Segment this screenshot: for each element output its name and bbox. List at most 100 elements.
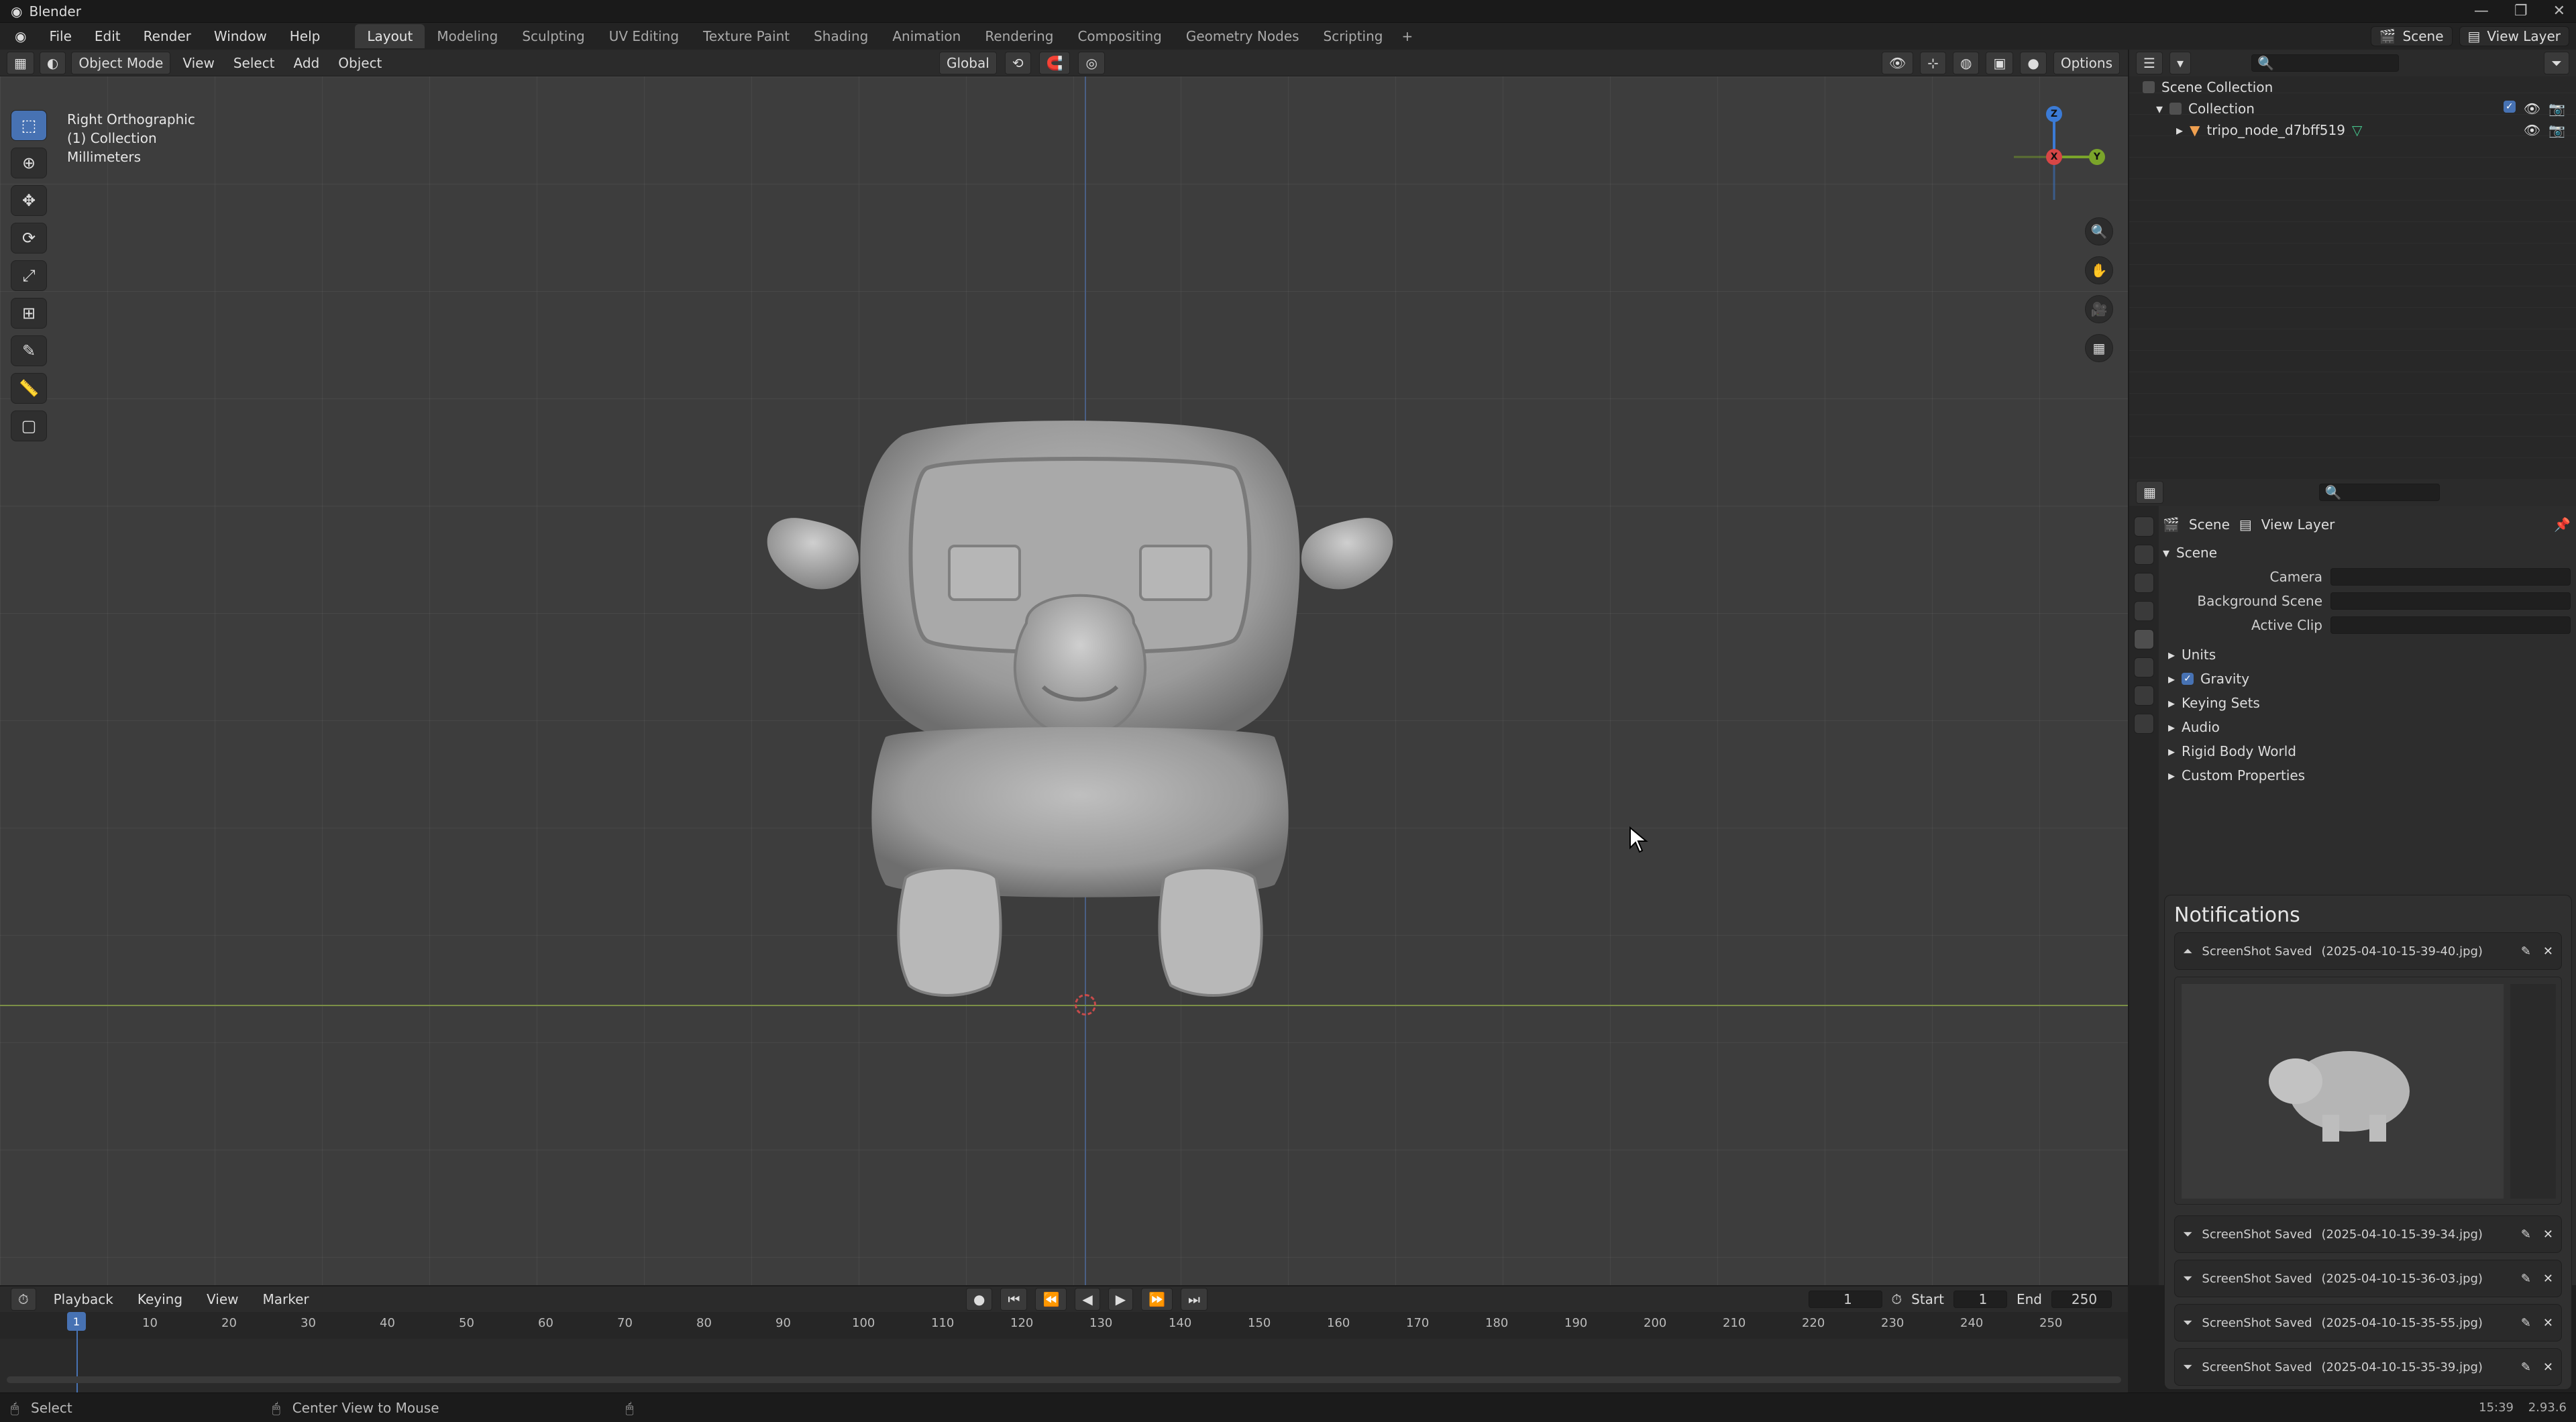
audio-section[interactable]: ▸ Audio bbox=[2163, 715, 2571, 739]
object-camera-icon[interactable]: 📷 bbox=[2548, 122, 2565, 138]
outliner-search-input[interactable]: 🔍 bbox=[2251, 54, 2399, 72]
collapse-toggle-icon[interactable]: ⏷ bbox=[2183, 1316, 2192, 1330]
pan-hand-icon[interactable]: ✋ bbox=[2085, 256, 2113, 284]
custom-properties-section[interactable]: ▸ Custom Properties bbox=[2163, 763, 2571, 787]
units-section[interactable]: ▸ Units bbox=[2163, 643, 2571, 667]
3d-viewport[interactable]: ⬚ ⊕ ✥ ⟳ ⤢ ⊞ ✎ 📏 ▢ Right Orthographic (1)… bbox=[0, 76, 2128, 1285]
start-frame-field[interactable]: 1 bbox=[1953, 1291, 2007, 1308]
edit-pencil-icon[interactable]: ✎ bbox=[2521, 1227, 2531, 1242]
tab-rendering[interactable]: Rendering bbox=[973, 24, 1065, 48]
dismiss-x-icon[interactable]: ✕ bbox=[2543, 1316, 2553, 1330]
viewport-menu-select[interactable]: Select bbox=[227, 52, 282, 74]
viewport-menu-object[interactable]: Object bbox=[331, 52, 388, 74]
timeline[interactable]: 1 10 20 30 40 50 60 70 80 90 100 110 120… bbox=[0, 1312, 2128, 1392]
camera-render-icon[interactable]: 📷 bbox=[2548, 101, 2565, 117]
notification-item[interactable]: ⏶ ScreenShot Saved (2025-04-10-15-39-40.… bbox=[2174, 932, 2562, 970]
collapse-toggle-icon[interactable]: ⏶ bbox=[2183, 944, 2192, 959]
current-frame-indicator[interactable]: 1 bbox=[67, 1312, 86, 1331]
add-workspace-button[interactable]: + bbox=[1395, 24, 1419, 48]
outliner-scene-collection[interactable]: Scene Collection bbox=[2129, 76, 2576, 98]
tab-layout[interactable]: Layout bbox=[355, 24, 425, 48]
maximize-button[interactable]: ❐ bbox=[2514, 3, 2528, 19]
notification-item[interactable]: ⏷ ScreenShot Saved (2025-04-10-15-35-55.… bbox=[2174, 1304, 2562, 1342]
grid-icon[interactable]: ▦ bbox=[2085, 334, 2113, 362]
edit-pencil-icon[interactable]: ✎ bbox=[2521, 1272, 2531, 1286]
render-tab-icon[interactable] bbox=[2134, 545, 2154, 565]
scale-tool[interactable]: ⤢ bbox=[11, 260, 47, 291]
gravity-checkbox[interactable]: ✓ bbox=[2182, 673, 2194, 685]
outliner-editor-type-button[interactable]: ☰ bbox=[2136, 52, 2163, 74]
texture-tab-icon[interactable] bbox=[2134, 714, 2154, 734]
collapse-toggle-icon[interactable]: ⏷ bbox=[2183, 1227, 2192, 1242]
edit-pencil-icon[interactable]: ✎ bbox=[2521, 1360, 2531, 1374]
add-cube-tool[interactable]: ▢ bbox=[11, 411, 47, 441]
properties-search-input[interactable]: 🔍 bbox=[2318, 484, 2440, 501]
pivot-dropdown[interactable]: ⟲ bbox=[1004, 51, 1031, 74]
menu-render[interactable]: Render bbox=[137, 25, 198, 47]
blender-menu-icon[interactable]: ◉ bbox=[8, 25, 33, 47]
camera-icon[interactable]: 🎥 bbox=[2085, 295, 2113, 323]
timeline-ruler[interactable]: 1 10 20 30 40 50 60 70 80 90 100 110 120… bbox=[0, 1312, 2128, 1339]
proportional-edit-toggle[interactable]: ◎ bbox=[1078, 51, 1105, 74]
gizmos-toggle[interactable]: ⊹ bbox=[1920, 51, 1947, 74]
outliner-filter-button[interactable]: ⏷ bbox=[2544, 52, 2569, 74]
menu-help[interactable]: Help bbox=[283, 25, 327, 47]
current-frame-field[interactable]: 1 bbox=[1808, 1291, 1882, 1308]
active-clip-field[interactable] bbox=[2330, 616, 2571, 634]
menu-window[interactable]: Window bbox=[207, 25, 274, 47]
gizmo-y-axis[interactable]: Y bbox=[2089, 149, 2105, 165]
annotate-tool[interactable]: ✎ bbox=[11, 335, 47, 366]
collapse-toggle-icon[interactable]: ⏷ bbox=[2183, 1272, 2192, 1286]
collection-tab-icon[interactable] bbox=[2134, 686, 2154, 706]
transform-tool[interactable]: ⊞ bbox=[11, 298, 47, 329]
xray-toggle[interactable]: ▣ bbox=[1986, 51, 2014, 74]
tab-texture-paint[interactable]: Texture Paint bbox=[691, 24, 802, 48]
tab-geometry-nodes[interactable]: Geometry Nodes bbox=[1174, 24, 1311, 48]
jump-end-button[interactable]: ⏭ bbox=[1181, 1288, 1208, 1311]
dismiss-x-icon[interactable]: ✕ bbox=[2543, 1272, 2553, 1286]
collapse-arrow-icon[interactable]: ▾ bbox=[2156, 101, 2163, 117]
navigation-gizmo[interactable]: Z Y X bbox=[2000, 103, 2108, 211]
object-mode-dropdown[interactable]: Object Mode bbox=[71, 51, 171, 74]
menu-file[interactable]: File bbox=[42, 25, 78, 47]
keying-sets-section[interactable]: ▸ Keying Sets bbox=[2163, 691, 2571, 715]
rotate-tool[interactable]: ⟳ bbox=[11, 223, 47, 254]
pin-icon[interactable]: 📌 bbox=[2554, 516, 2571, 533]
dismiss-x-icon[interactable]: ✕ bbox=[2543, 1360, 2553, 1374]
outliner-display-mode-button[interactable]: ▾ bbox=[2169, 52, 2191, 74]
collapse-toggle-icon[interactable]: ⏷ bbox=[2183, 1360, 2192, 1374]
select-mode-button[interactable]: ◐ bbox=[39, 51, 66, 74]
tab-modeling[interactable]: Modeling bbox=[425, 24, 510, 48]
play-reverse-button[interactable]: ◀ bbox=[1075, 1288, 1100, 1311]
scene-section-title[interactable]: ▾ Scene bbox=[2163, 541, 2571, 565]
options-dropdown[interactable]: Options bbox=[2053, 51, 2120, 74]
zoom-icon[interactable]: 🔍 bbox=[2085, 217, 2113, 245]
cursor-tool[interactable]: ⊕ bbox=[11, 148, 47, 178]
snap-toggle[interactable]: 🧲 bbox=[1038, 51, 1071, 74]
scene-tab-icon[interactable] bbox=[2134, 629, 2154, 649]
play-button[interactable]: ▶ bbox=[1108, 1288, 1134, 1311]
dismiss-x-icon[interactable]: ✕ bbox=[2543, 1227, 2553, 1242]
measure-tool[interactable]: 📏 bbox=[11, 373, 47, 404]
world-tab-icon[interactable] bbox=[2134, 657, 2154, 677]
overlays-toggle[interactable]: ◍ bbox=[1953, 51, 1980, 74]
viewport-menu-add[interactable]: Add bbox=[287, 52, 327, 74]
dismiss-x-icon[interactable]: ✕ bbox=[2543, 944, 2553, 959]
expand-arrow-icon[interactable]: ▸ bbox=[2176, 122, 2183, 138]
output-tab-icon[interactable] bbox=[2134, 573, 2154, 593]
tool-tab-icon[interactable] bbox=[2134, 516, 2154, 537]
gizmo-x-axis[interactable]: X bbox=[2046, 149, 2062, 165]
outliner[interactable]: Scene Collection ▾ Collection ✓ 👁 📷 ▸ ▼ … bbox=[2128, 76, 2576, 479]
end-frame-field[interactable]: 250 bbox=[2051, 1291, 2112, 1308]
eye-icon[interactable]: 👁 bbox=[2524, 101, 2540, 117]
model-sheep[interactable] bbox=[745, 341, 1415, 1012]
notification-item[interactable]: ⏷ ScreenShot Saved (2025-04-10-15-35-39.… bbox=[2174, 1348, 2562, 1386]
viewport-menu-view[interactable]: View bbox=[176, 52, 221, 74]
view-layer-selector[interactable]: ▤ View Layer bbox=[2459, 26, 2569, 46]
camera-field[interactable] bbox=[2330, 568, 2571, 586]
tab-animation[interactable]: Animation bbox=[880, 24, 973, 48]
tab-uv-editing[interactable]: UV Editing bbox=[597, 24, 691, 48]
gizmo-z-axis[interactable]: Z bbox=[2046, 106, 2062, 122]
outliner-object[interactable]: ▸ ▼ tripo_node_d7bff519 ▽ 👁 📷 bbox=[2129, 119, 2576, 141]
tab-shading[interactable]: Shading bbox=[802, 24, 880, 48]
